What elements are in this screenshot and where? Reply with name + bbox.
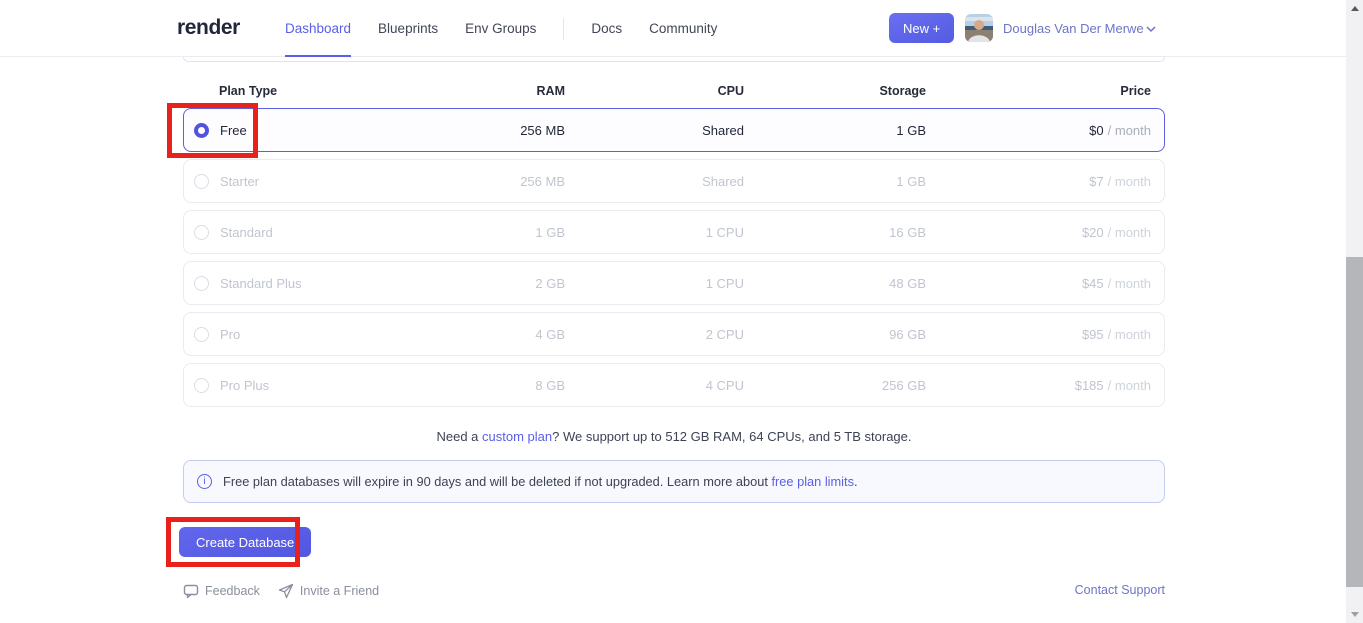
scrollbar-thumb[interactable] [1346,257,1363,587]
free-plan-banner: i Free plan databases will expire in 90 … [183,460,1165,503]
col-ram: RAM [420,84,565,98]
ram-value: 2 GB [420,276,565,291]
storage-value: 48 GB [744,276,926,291]
plan-row-pro-plus[interactable]: Pro Plus 8 GB 4 CPU 256 GB $185/ month [183,363,1165,407]
vertical-scrollbar[interactable] [1346,0,1363,623]
radio-pro[interactable] [194,327,209,342]
col-storage: Storage [744,84,926,98]
storage-value: 1 GB [744,174,926,189]
scroll-down-arrow-icon[interactable] [1346,606,1363,623]
page-footer: Feedback Invite a Friend Contact Support [183,583,1165,599]
col-price: Price [926,84,1151,98]
paper-plane-icon [278,583,294,599]
feedback-button[interactable]: Feedback [183,583,260,599]
nav-community[interactable]: Community [649,0,717,57]
avatar[interactable] [965,14,993,42]
storage-value: 16 GB [744,225,926,240]
primary-nav: Dashboard Blueprints Env Groups Docs Com… [285,0,717,57]
radio-starter[interactable] [194,174,209,189]
plan-name: Starter [220,174,259,189]
ram-value: 4 GB [420,327,565,342]
contact-support-link[interactable]: Contact Support [1075,583,1165,597]
plan-row-starter[interactable]: Starter 256 MB Shared 1 GB $7/ month [183,159,1165,203]
plan-row-standard-plus[interactable]: Standard Plus 2 GB 1 CPU 48 GB $45/ mont… [183,261,1165,305]
nav-dashboard[interactable]: Dashboard [285,0,351,57]
col-cpu: CPU [565,84,744,98]
nav-divider [563,18,564,40]
cpu-value: 1 CPU [565,276,744,291]
plan-row-free[interactable]: Free 256 MB Shared 1 GB $0/ month [183,108,1165,152]
create-database-button[interactable]: Create Database [179,527,311,557]
user-name[interactable]: Douglas Van Der Merwe [1003,21,1144,36]
cpu-value: Shared [565,123,744,138]
custom-plan-note: Need a custom plan? We support up to 512… [183,429,1165,444]
cpu-value: 1 CPU [565,225,744,240]
radio-pro-plus[interactable] [194,378,209,393]
plan-name: Standard [220,225,273,240]
plan-table-header: Plan Type RAM CPU Storage Price [183,84,1165,98]
price-value: $185/ month [926,378,1151,393]
ram-value: 8 GB [420,378,565,393]
nav-docs[interactable]: Docs [591,0,622,57]
price-value: $45/ month [926,276,1151,291]
price-value: $0/ month [926,123,1151,138]
col-plan-type: Plan Type [194,84,420,98]
cpu-value: 2 CPU [565,327,744,342]
cpu-value: 4 CPU [565,378,744,393]
top-nav-bar: render Dashboard Blueprints Env Groups D… [0,0,1346,57]
radio-standard-plus[interactable] [194,276,209,291]
banner-text: Free plan databases will expire in 90 da… [223,474,858,489]
speech-bubble-icon [183,583,199,599]
main-content: Plan Type RAM CPU Storage Price Free 256… [183,57,1165,623]
previous-section-edge [183,57,1165,62]
ram-value: 256 MB [420,123,565,138]
new-button[interactable]: New + [889,13,954,43]
storage-value: 256 GB [744,378,926,393]
storage-value: 1 GB [744,123,926,138]
plan-name: Standard Plus [220,276,302,291]
custom-plan-link[interactable]: custom plan [482,429,552,444]
nav-blueprints[interactable]: Blueprints [378,0,438,57]
price-value: $95/ month [926,327,1151,342]
price-value: $20/ month [926,225,1151,240]
plan-row-pro[interactable]: Pro 4 GB 2 CPU 96 GB $95/ month [183,312,1165,356]
ram-value: 256 MB [420,174,565,189]
render-logo[interactable]: render [177,16,240,40]
storage-value: 96 GB [744,327,926,342]
ram-value: 1 GB [420,225,565,240]
avatar-photo [965,14,993,42]
plan-name: Pro [220,327,240,342]
plan-row-standard[interactable]: Standard 1 GB 1 CPU 16 GB $20/ month [183,210,1165,254]
plan-name: Pro Plus [220,378,269,393]
plan-name: Free [220,123,247,138]
render-dashboard-page: render Dashboard Blueprints Env Groups D… [0,0,1363,623]
radio-free[interactable] [194,123,209,138]
radio-standard[interactable] [194,225,209,240]
scroll-up-arrow-icon[interactable] [1346,0,1363,17]
free-plan-limits-link[interactable]: free plan limits [771,474,854,489]
chevron-down-icon[interactable] [1145,22,1157,40]
price-value: $7/ month [926,174,1151,189]
cpu-value: Shared [565,174,744,189]
invite-friend-button[interactable]: Invite a Friend [278,583,379,599]
info-icon: i [197,474,212,489]
nav-env-groups[interactable]: Env Groups [465,0,536,57]
